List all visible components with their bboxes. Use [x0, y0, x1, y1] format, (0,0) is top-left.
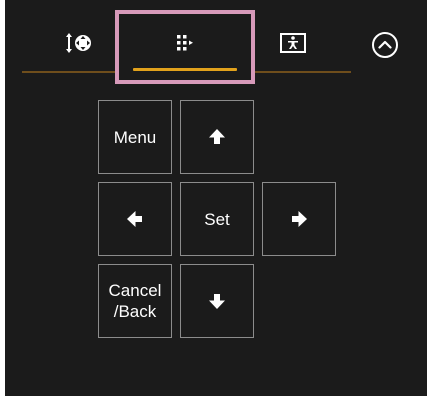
pan-tilt-icon — [64, 33, 96, 53]
down-button[interactable] — [180, 264, 254, 338]
tab-divider-left — [22, 71, 115, 73]
menu-button[interactable]: Menu — [98, 100, 172, 174]
cancel-back-button[interactable]: Cancel /Back — [98, 264, 172, 338]
cancel-back-button-label: Cancel /Back — [108, 281, 162, 321]
arrow-left-icon — [126, 210, 144, 228]
tab-divider-right — [255, 71, 351, 73]
right-button[interactable] — [262, 182, 336, 256]
set-button[interactable]: Set — [180, 182, 254, 256]
left-button[interactable] — [98, 182, 172, 256]
tab-assignable[interactable] — [255, 10, 331, 80]
menu-button-label: Menu — [113, 127, 157, 147]
active-tab-indicator — [133, 68, 237, 71]
menu-grid-icon — [175, 33, 195, 53]
chevron-up-circle-icon — [371, 31, 399, 59]
set-button-label: Set — [204, 209, 230, 229]
arrow-down-icon — [208, 292, 226, 310]
tab-menu-control[interactable] — [115, 10, 255, 84]
arrow-up-icon — [208, 128, 226, 146]
tab-pan-tilt[interactable] — [45, 10, 115, 80]
assignable-icon — [280, 33, 306, 53]
arrow-right-icon — [290, 210, 308, 228]
up-button[interactable] — [180, 100, 254, 174]
collapse-panel-button[interactable] — [355, 10, 415, 80]
remote-control-panel: Menu Set Cancel /Back — [5, 0, 427, 396]
